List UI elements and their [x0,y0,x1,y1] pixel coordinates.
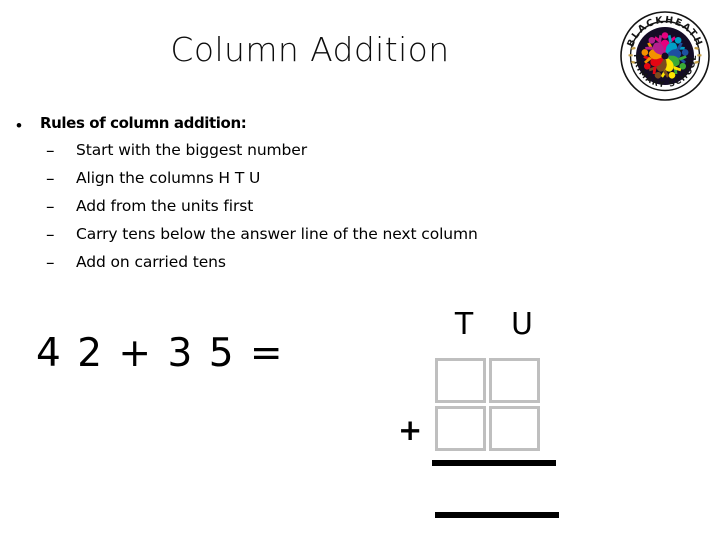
column-header-tens: T [454,307,474,342]
digit-cell-row1-units[interactable] [489,358,540,403]
list-item: – Start with the biggest number [8,140,628,168]
table-row [435,406,551,451]
digit-grid [435,358,551,454]
digit-cell-row2-units[interactable] [489,406,540,451]
slide-canvas: Column Addition BLACKHEATH PRIMARY SCHOO… [0,0,720,540]
answer-line [432,460,556,466]
dash-marker-icon: – [46,141,55,161]
list-item-label: Carry tens below the answer line of the … [76,225,478,243]
list-item: – Align the columns H T U [8,168,628,196]
bullet-marker-icon: • [16,116,22,135]
list-item-label: Rules of column addition: [40,114,247,132]
list-item-label: Add on carried tens [76,253,226,271]
table-row [435,358,551,403]
dash-marker-icon: – [46,197,55,217]
digit-cell-row1-tens[interactable] [435,358,486,403]
list-item-label: Start with the biggest number [76,141,308,159]
list-item: – Add from the units first [8,196,628,224]
dash-marker-icon: – [46,169,55,189]
digit-cell-row2-tens[interactable] [435,406,486,451]
column-header-units: U [511,307,533,342]
page-title: Column Addition [170,30,450,69]
dash-marker-icon: – [46,225,55,245]
rules-bullet-list: • Rules of column addition: – Start with… [8,114,628,280]
column-addition-worksheet: T U + [390,306,570,532]
list-item: – Carry tens below the answer line of th… [8,224,628,252]
list-item: – Add on carried tens [8,252,628,280]
dash-marker-icon: – [46,253,55,273]
equation-text: 4 2 + 3 5 = [36,331,285,376]
list-item-label: Add from the units first [76,197,254,215]
list-item-label: Align the columns H T U [76,169,261,187]
blackheath-primary-school-logo: BLACKHEATH PRIMARY SCHOOL [619,10,711,102]
htu-column-headers: T U [435,306,551,344]
total-line [435,512,559,518]
list-item: • Rules of column addition: [8,114,628,140]
plus-operator: + [398,413,423,447]
